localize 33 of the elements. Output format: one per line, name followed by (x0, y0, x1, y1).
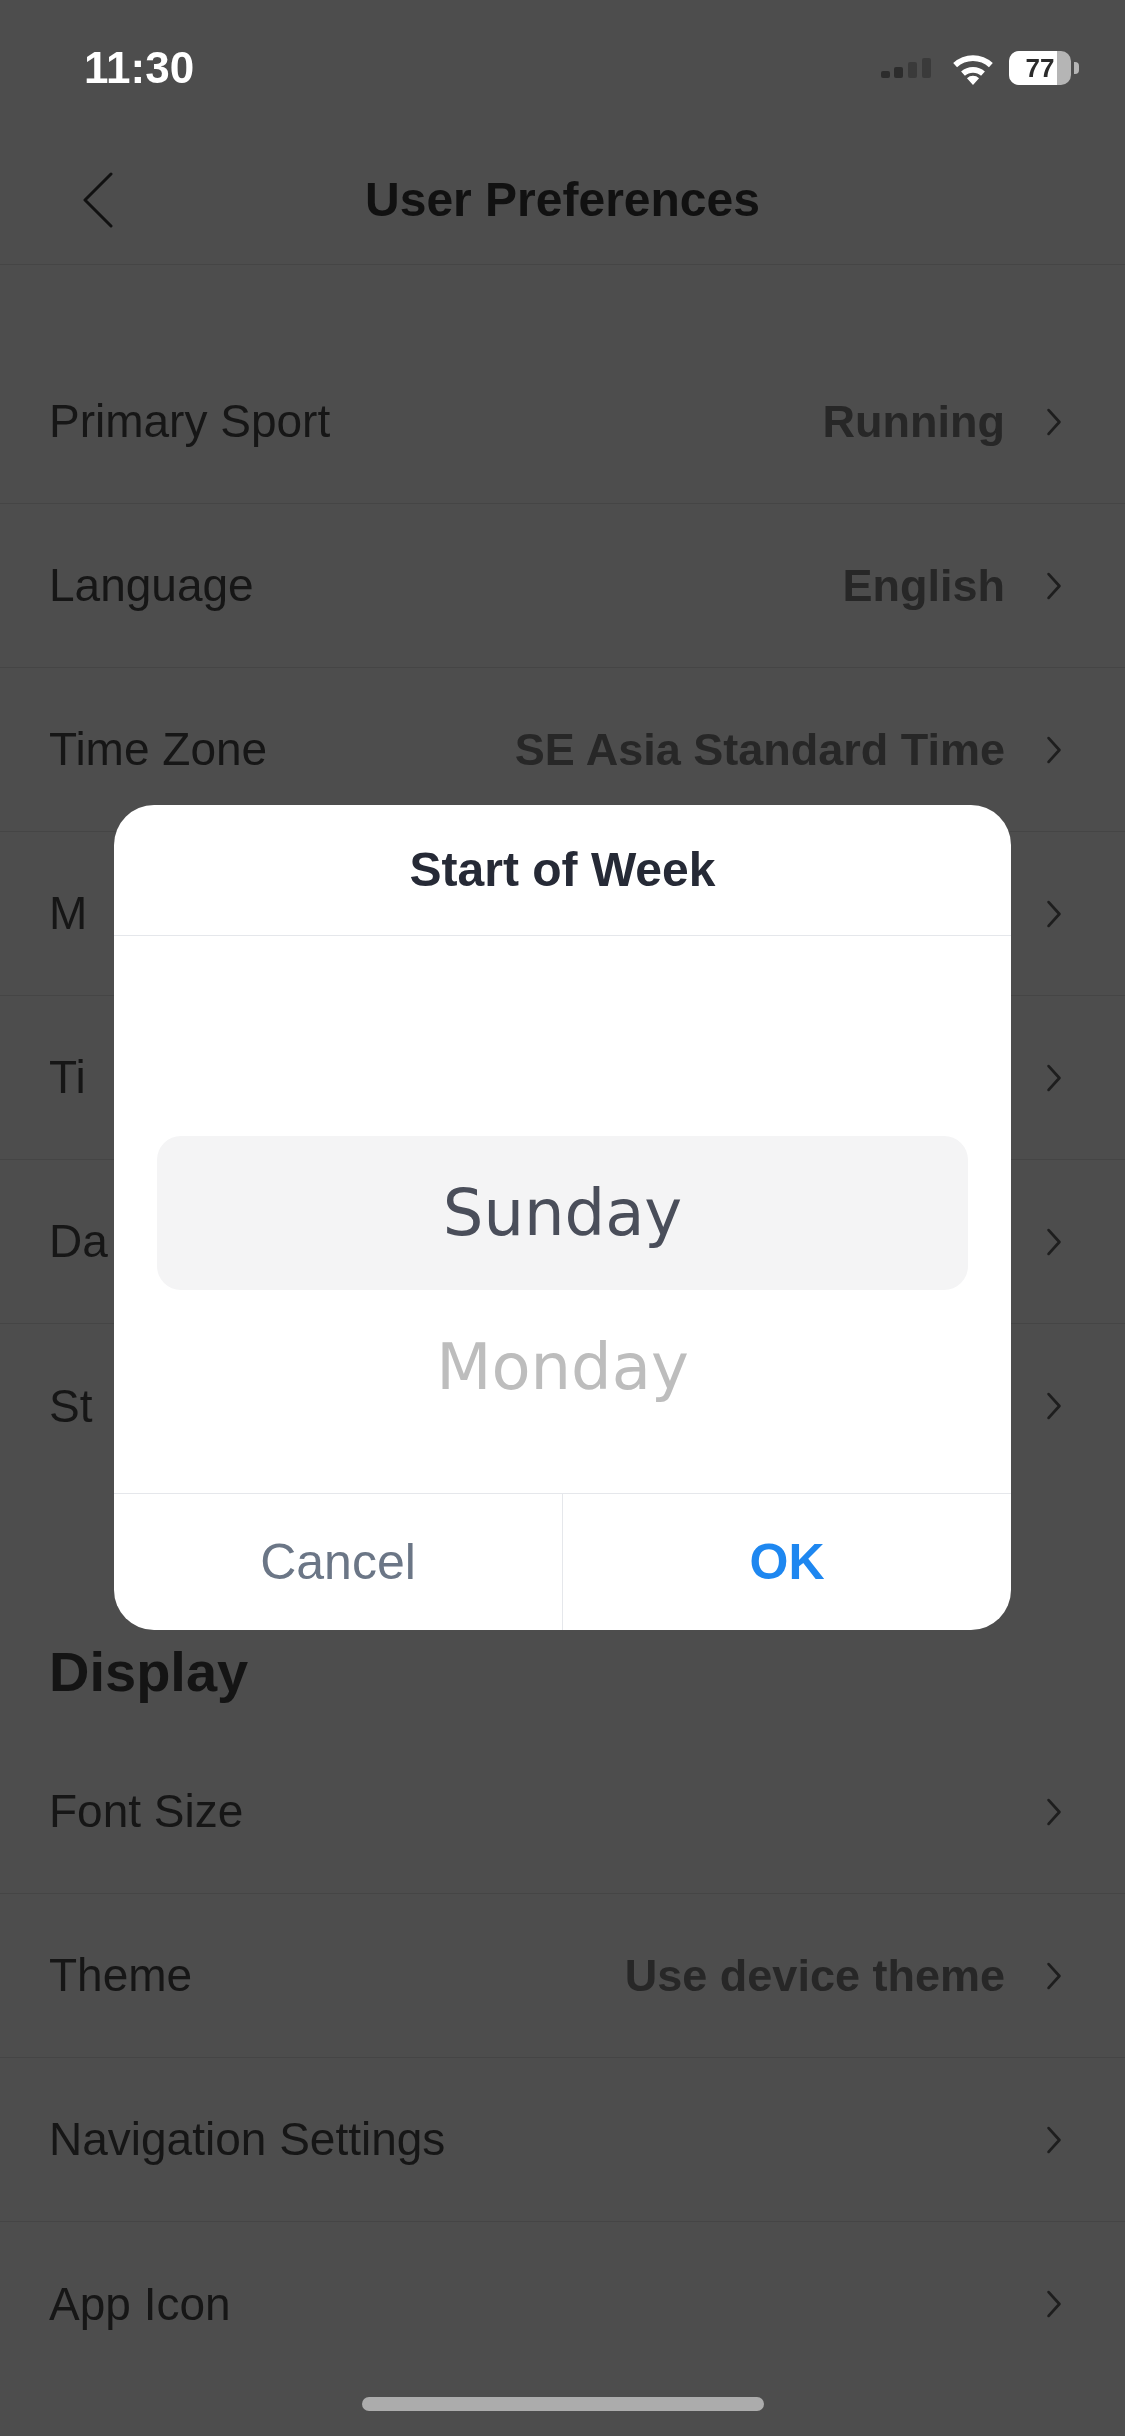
chevron-right-icon (1046, 1063, 1062, 1092)
back-icon[interactable] (82, 172, 113, 228)
battery-icon (1009, 51, 1079, 85)
setting-label[interactable]: Primary Sport (49, 387, 331, 456)
chevron-right-icon (1046, 2125, 1062, 2154)
status-time: 11:30 (84, 42, 195, 94)
chevron-right-icon (1046, 1797, 1062, 1826)
setting-label[interactable]: Time Zone (49, 715, 268, 784)
page-title: User Preferences (365, 172, 760, 228)
setting-label[interactable]: App Icon (49, 2269, 231, 2339)
chevron-right-icon (1046, 899, 1062, 928)
section-header: Display (49, 1640, 249, 1703)
chevron-right-icon (1046, 1961, 1062, 1990)
setting-label[interactable]: Da (49, 1207, 108, 1276)
chevron-right-icon (1046, 1392, 1062, 1420)
cellular-signal-icon (881, 58, 931, 78)
setting-label[interactable]: M (49, 879, 88, 948)
chevron-right-icon (1046, 571, 1062, 600)
setting-label[interactable]: Font Size (49, 1777, 244, 1846)
setting-label[interactable]: Theme (49, 1941, 193, 2010)
setting-label[interactable]: St (49, 1371, 93, 1441)
battery-percentage: 77 (1025, 55, 1055, 81)
chevron-right-icon (1046, 407, 1062, 436)
picker-option[interactable]: Monday (157, 1290, 968, 1444)
chevron-right-icon (1046, 735, 1062, 764)
chevron-right-icon (1046, 1227, 1062, 1256)
setting-label[interactable]: Language (49, 551, 254, 620)
chevron-right-icon (1046, 2290, 1062, 2318)
setting-label[interactable]: Navigation Settings (49, 2105, 446, 2174)
picker-option[interactable]: Sunday (157, 1136, 968, 1290)
dialog-title: Start of Week (409, 842, 716, 898)
cancel-button[interactable]: Cancel (114, 1494, 563, 1630)
ok-button[interactable]: OK (563, 1494, 1011, 1630)
